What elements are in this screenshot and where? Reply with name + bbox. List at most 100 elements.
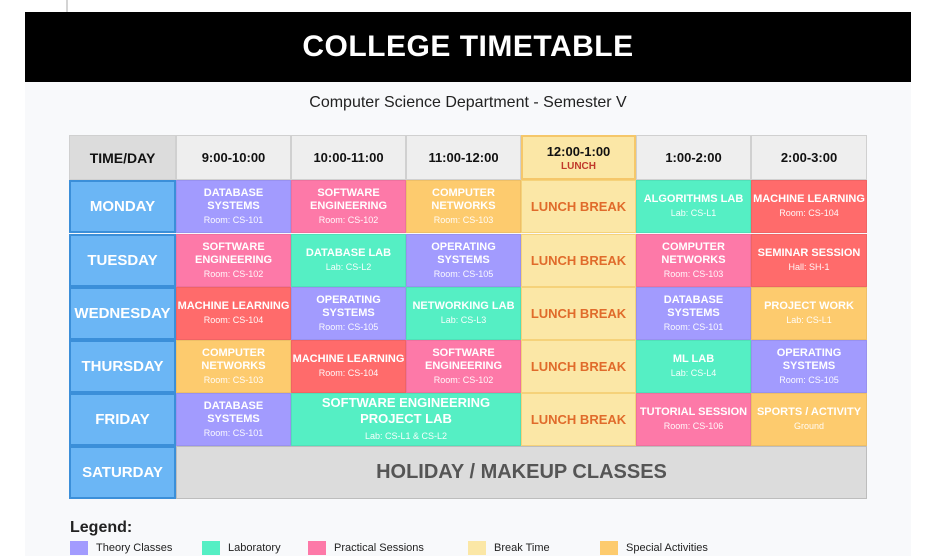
page-subtitle: Computer Science Department - Semester V bbox=[309, 94, 627, 111]
holiday-label: HOLIDAY / MAKEUP CLASSES bbox=[376, 461, 667, 483]
class-title: OPERATING SYSTEMS bbox=[776, 346, 842, 372]
title-banner: COLLEGE TIMETABLE bbox=[25, 12, 911, 82]
lunch-break-cell: LUNCH BREAK bbox=[521, 180, 636, 233]
class-room: Room: CS-102 bbox=[318, 214, 379, 225]
class-title: SOFTWARE ENGINEERING PROJECT LAB bbox=[321, 395, 491, 426]
time-slot-header: 11:00-12:00 bbox=[406, 135, 521, 180]
class-cell[interactable]: DATABASE SYSTEMS Room: CS-101 bbox=[176, 180, 291, 233]
class-title: COMPUTER NETWORKS bbox=[661, 240, 726, 266]
day-label: THURSDAY bbox=[69, 340, 176, 393]
legend-swatch bbox=[70, 541, 88, 555]
class-cell[interactable]: SOFTWARE ENGINEERING PROJECT LAB Lab: CS-… bbox=[291, 393, 521, 446]
class-cell[interactable]: MACHINE LEARNING Room: CS-104 bbox=[291, 340, 406, 393]
lunch-break-cell: LUNCH BREAK bbox=[521, 393, 636, 446]
legend-item: Laboratory bbox=[202, 541, 281, 555]
class-cell[interactable]: MACHINE LEARNING Room: CS-104 bbox=[751, 180, 867, 233]
time-slot-label: 2:00-3:00 bbox=[780, 150, 838, 165]
lunch-break-label: LUNCH BREAK bbox=[530, 253, 627, 268]
class-cell[interactable]: NETWORKING LAB Lab: CS-L3 bbox=[406, 287, 521, 340]
lunch-sub-label: LUNCH bbox=[561, 160, 596, 172]
day-label-text: MONDAY bbox=[89, 198, 156, 215]
day-label: WEDNESDAY bbox=[69, 287, 176, 340]
class-cell[interactable]: TUTORIAL SESSION Room: CS-106 bbox=[636, 393, 751, 446]
legend-swatch bbox=[600, 541, 618, 555]
class-room: Lab: CS-L4 bbox=[670, 368, 717, 378]
holiday-cell: HOLIDAY / MAKEUP CLASSES bbox=[176, 446, 867, 499]
class-cell[interactable]: SEMINAR SESSION Hall: SH-1 bbox=[751, 234, 867, 287]
class-cell[interactable]: OPERATING SYSTEMS Room: CS-105 bbox=[291, 287, 406, 340]
lunch-break-cell: LUNCH BREAK bbox=[521, 287, 636, 340]
class-room: Room: CS-101 bbox=[203, 427, 264, 438]
class-cell[interactable]: MACHINE LEARNING Room: CS-104 bbox=[176, 287, 291, 340]
class-cell[interactable]: ML LAB Lab: CS-L4 bbox=[636, 340, 751, 393]
class-room: Room: CS-104 bbox=[779, 208, 839, 218]
class-title: OPERATING SYSTEMS bbox=[316, 293, 381, 319]
legend-item: Break Time bbox=[468, 541, 550, 555]
class-room: Lab: CS-L1 bbox=[786, 315, 832, 325]
class-room: Room: CS-102 bbox=[203, 268, 264, 279]
lunch-break-cell: LUNCH BREAK bbox=[521, 340, 636, 393]
class-title: MACHINE LEARNING bbox=[292, 353, 405, 365]
legend-swatch bbox=[468, 541, 486, 555]
class-title: DATABASE LAB bbox=[305, 247, 392, 259]
class-cell[interactable]: SOFTWARE ENGINEERING Room: CS-102 bbox=[406, 340, 521, 393]
class-title: ML LAB bbox=[672, 353, 715, 365]
lunch-break-cell: LUNCH BREAK bbox=[521, 234, 636, 287]
day-label-text: FRIDAY bbox=[95, 411, 150, 428]
class-cell[interactable]: PROJECT WORK Lab: CS-L1 bbox=[751, 287, 867, 340]
lunch-break-label: LUNCH BREAK bbox=[530, 359, 627, 374]
legend-label: Special Activities bbox=[626, 542, 708, 554]
class-cell[interactable]: COMPUTER NETWORKS Room: CS-103 bbox=[406, 180, 521, 233]
class-room: Room: CS-105 bbox=[433, 268, 494, 279]
class-cell[interactable]: DATABASE SYSTEMS Room: CS-101 bbox=[176, 393, 291, 446]
page-title: COLLEGE TIMETABLE bbox=[302, 30, 634, 63]
time-slot-label: 12:00-1:00 bbox=[546, 143, 611, 159]
class-title: SPORTS / ACTIVITY bbox=[756, 406, 862, 418]
class-cell[interactable]: COMPUTER NETWORKS Room: CS-103 bbox=[636, 234, 751, 287]
legend-label: Laboratory bbox=[228, 542, 281, 554]
class-title: NETWORKING LAB bbox=[412, 300, 515, 312]
class-cell[interactable]: COMPUTER NETWORKS Room: CS-103 bbox=[176, 340, 291, 393]
class-title: COMPUTER NETWORKS bbox=[201, 346, 266, 372]
class-cell[interactable]: SOFTWARE ENGINEERING Room: CS-102 bbox=[176, 234, 291, 287]
time-slot-header: 10:00-11:00 bbox=[291, 135, 406, 180]
time-slot-label: 1:00-2:00 bbox=[665, 150, 722, 165]
class-room: Lab: CS-L1 bbox=[670, 208, 717, 218]
day-label-text: SATURDAY bbox=[82, 464, 163, 481]
legend-item: Theory Classes bbox=[70, 541, 172, 555]
class-room: Room: CS-106 bbox=[663, 421, 724, 431]
class-cell[interactable]: OPERATING SYSTEMS Room: CS-105 bbox=[751, 340, 867, 393]
class-room: Lab: CS-L2 bbox=[325, 262, 372, 272]
class-title: MACHINE LEARNING bbox=[177, 300, 290, 312]
lunch-break-label: LUNCH BREAK bbox=[530, 412, 627, 427]
time-slot-header: 12:00-1:00 LUNCH bbox=[521, 135, 636, 180]
class-title: TUTORIAL SESSION bbox=[639, 406, 748, 418]
day-label: MONDAY bbox=[69, 180, 176, 233]
class-cell[interactable]: DATABASE SYSTEMS Room: CS-101 bbox=[636, 287, 751, 340]
legend-label: Theory Classes bbox=[96, 542, 173, 554]
lunch-break-label: LUNCH BREAK bbox=[530, 199, 627, 214]
class-room: Room: CS-103 bbox=[663, 268, 724, 279]
class-room: Room: CS-104 bbox=[318, 368, 379, 378]
class-cell[interactable]: SPORTS / ACTIVITY Ground bbox=[751, 393, 867, 446]
class-room: Room: CS-101 bbox=[203, 214, 264, 225]
class-room: Lab: CS-L3 bbox=[440, 315, 487, 325]
class-cell[interactable]: OPERATING SYSTEMS Room: CS-105 bbox=[406, 234, 521, 287]
class-room: Room: CS-105 bbox=[318, 321, 379, 332]
class-cell[interactable]: ALGORITHMS LAB Lab: CS-L1 bbox=[636, 180, 751, 233]
day-label: TUESDAY bbox=[69, 234, 176, 287]
time-slot-label: 10:00-11:00 bbox=[313, 150, 384, 165]
class-title: MACHINE LEARNING bbox=[753, 193, 865, 205]
class-title: SOFTWARE ENGINEERING bbox=[309, 186, 387, 212]
header-corner-label: TIME/DAY bbox=[89, 149, 156, 166]
class-cell[interactable]: DATABASE LAB Lab: CS-L2 bbox=[291, 234, 406, 287]
class-room: Room: CS-101 bbox=[663, 321, 724, 332]
class-room: Lab: CS-L1 & CS-L2 bbox=[364, 431, 448, 441]
day-label-text: TUESDAY bbox=[87, 252, 158, 269]
class-cell[interactable]: SOFTWARE ENGINEERING Room: CS-102 bbox=[291, 180, 406, 233]
legend-swatch bbox=[308, 541, 326, 555]
time-slot-header: 1:00-2:00 bbox=[636, 135, 751, 180]
class-title: DATABASE SYSTEMS bbox=[663, 293, 724, 319]
legend-title: Legend: bbox=[70, 519, 133, 536]
legend-label: Break Time bbox=[494, 542, 550, 554]
